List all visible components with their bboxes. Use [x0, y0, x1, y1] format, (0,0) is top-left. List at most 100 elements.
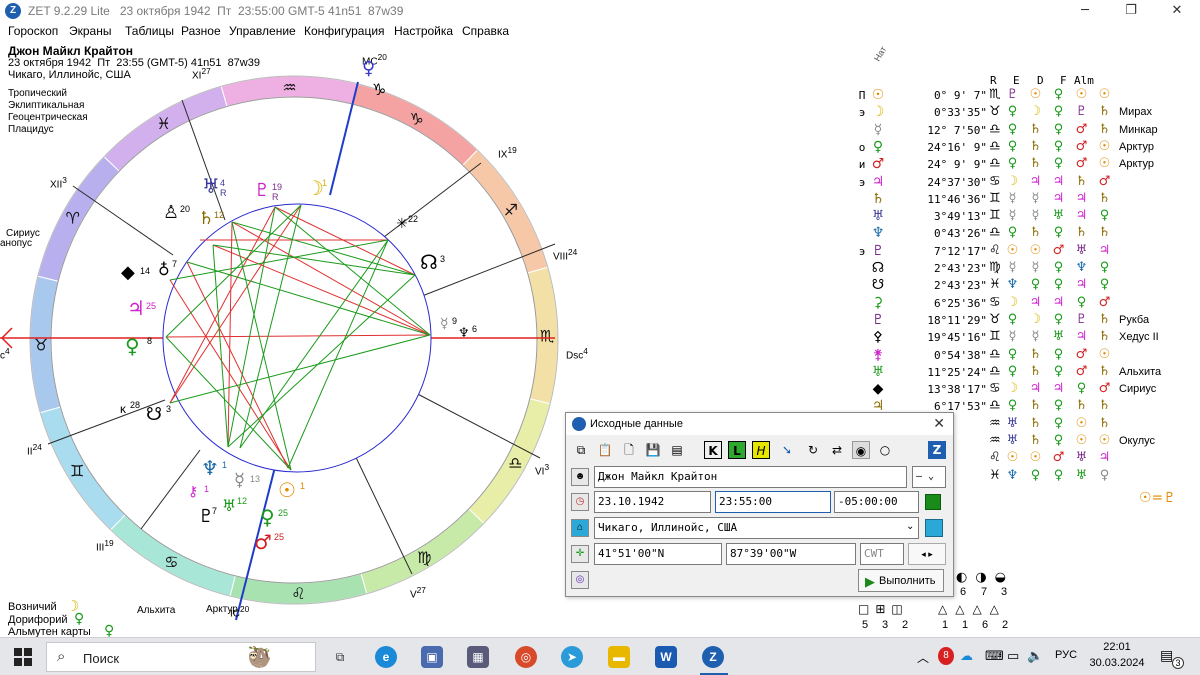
hebe-icon[interactable]: ♅	[222, 496, 236, 515]
close-button[interactable]: ✕	[1154, 0, 1200, 22]
lot-icon[interactable]: ĸ	[120, 402, 126, 416]
place-dropdown-icon[interactable]: ⌄	[906, 521, 914, 532]
menu-misc[interactable]: Разное	[181, 24, 221, 38]
tray-chevron-icon[interactable]: ︿	[917, 649, 929, 666]
time-field[interactable]: 23:55:00	[715, 491, 831, 513]
ruler-icon: ♄	[1098, 121, 1111, 137]
chiron-icon[interactable]: ⚷	[188, 484, 198, 500]
battery-icon[interactable]: ▭	[1007, 648, 1019, 664]
menu-goroskop[interactable]: Гороскоп	[8, 24, 58, 38]
rotate-icon[interactable]: ↻	[804, 441, 822, 459]
menu-screens[interactable]: Экраны	[69, 24, 111, 38]
arrow-button-icon[interactable]: ➘	[778, 441, 796, 459]
word-icon[interactable]: W	[655, 646, 677, 668]
vertex-icon[interactable]: ♙	[163, 202, 179, 223]
menu-control[interactable]: Управление	[229, 24, 296, 38]
star-arktur-label: Арктур	[206, 604, 238, 615]
sun-icon[interactable]: ☉	[278, 478, 296, 502]
tz-code-field[interactable]: CWT	[860, 543, 904, 565]
tz-indicator[interactable]	[925, 494, 941, 510]
new-document-icon[interactable]: 🗋	[620, 441, 638, 459]
urania-icon[interactable]: ☿	[440, 316, 449, 332]
venus-icon[interactable]: ♀	[260, 505, 275, 529]
chiron-star-icon[interactable]: ✳	[396, 216, 408, 232]
saturn-icon[interactable]: ♄	[198, 208, 214, 229]
name-field[interactable]: Джон Майкл Крайтон	[594, 466, 907, 488]
jupiter-icon[interactable]: ♃	[127, 296, 145, 320]
h-button-icon[interactable]: H	[752, 441, 770, 459]
mercury-icon[interactable]: ☿	[234, 470, 245, 491]
jupiter-degree: 25	[146, 301, 157, 311]
stats-num-4: 5	[862, 619, 869, 631]
save-icon[interactable]: 💾	[644, 441, 662, 459]
radio-b-icon[interactable]: ○	[876, 441, 894, 459]
vpn-app-icon[interactable]: ▦	[467, 646, 489, 668]
tray-app-icon[interactable]: 8	[938, 647, 954, 665]
gender-select[interactable]: — ⌄	[912, 466, 946, 488]
neptune-icon[interactable]: ♆	[201, 456, 219, 480]
venus-asc-icon[interactable]: ♀	[125, 334, 140, 358]
network-icon[interactable]: ⌨	[985, 648, 1004, 664]
calendar-icon[interactable]: ▤	[668, 441, 686, 459]
planet-glyph-icon: ♇	[871, 311, 885, 328]
south-node-icon[interactable]: ☋	[146, 404, 162, 425]
fixed-star-label: Арктур	[1119, 158, 1155, 171]
mars-icon[interactable]: ♂	[254, 530, 272, 554]
ruler-icon: ♀	[1007, 398, 1018, 414]
onedrive-icon[interactable]: ☁	[960, 648, 973, 664]
edge-icon[interactable]: e	[375, 646, 397, 668]
zet-taskbar-icon[interactable]: Z	[702, 646, 724, 668]
black-moon-icon[interactable]: ◆	[121, 262, 135, 283]
date-field[interactable]: 23.10.1942	[594, 491, 711, 513]
clock-time[interactable]: 22:01	[1092, 641, 1142, 653]
maximize-button[interactable]: ❐	[1108, 0, 1154, 22]
z-button-icon[interactable]: Z	[928, 441, 946, 459]
ruler-icon: ♀	[1099, 260, 1110, 275]
settings-globe-icon[interactable]: ◎	[571, 571, 589, 589]
radio-a-icon[interactable]: ◉	[852, 441, 870, 459]
pluto-degree: 7	[212, 506, 218, 516]
chrome-icon[interactable]: ◎	[515, 646, 537, 668]
menu-settings[interactable]: Настройка	[394, 24, 453, 38]
ruler-icon: ☿	[1031, 208, 1040, 224]
network-app-icon[interactable]: ▣	[421, 646, 443, 668]
zet-logo-icon: Z	[5, 3, 21, 19]
position-letter: П	[858, 89, 866, 102]
cupido-icon[interactable]: ♁	[158, 260, 170, 279]
pholus-icon[interactable]: ♆	[458, 326, 470, 341]
paste-icon[interactable]: 📋	[596, 441, 614, 459]
place-field[interactable]: Чикаго, Иллинойс, США	[594, 517, 919, 539]
minimize-button[interactable]: ─	[1062, 0, 1108, 22]
menu-tables[interactable]: Таблицы	[125, 24, 174, 38]
k-button-icon[interactable]: K	[704, 441, 722, 459]
task-view-icon[interactable]: ⧉	[329, 646, 351, 668]
swap-icon[interactable]: ⇄	[828, 441, 846, 459]
run-button[interactable]: ▶ Выполнить	[858, 569, 944, 592]
uranus-icon[interactable]: ♅	[202, 174, 220, 198]
pluto-hel-icon[interactable]: ♇	[254, 180, 270, 201]
ruler-icon: ♄	[1029, 156, 1042, 172]
copy-icon[interactable]: ⧉	[572, 441, 590, 459]
north-node-icon[interactable]: ☊	[420, 250, 438, 274]
file-explorer-icon[interactable]: ▬	[608, 646, 630, 668]
atlas-button[interactable]	[925, 519, 943, 537]
ruler-icon: ♃	[1052, 294, 1065, 310]
volume-icon[interactable]: 🔈	[1027, 648, 1043, 664]
telegram-icon[interactable]: ➤	[561, 646, 583, 668]
timezone-field[interactable]: -05:00:00	[834, 491, 919, 513]
clock-date[interactable]: 30.03.2024	[1084, 657, 1150, 669]
start-windows-icon[interactable]	[14, 648, 32, 666]
menu-help[interactable]: Справка	[462, 24, 509, 38]
ruler-icon: ♄	[1075, 173, 1088, 189]
search-box[interactable]: ⌕ Поиск 🦥	[46, 642, 316, 672]
longitude-field[interactable]: 87°39'00"W	[726, 543, 856, 565]
latitude-field[interactable]: 41°51'00"N	[594, 543, 722, 565]
dialog-titlebar[interactable]: Исходные данные ✕	[566, 413, 953, 435]
ruler-icon: ♀	[1099, 208, 1110, 224]
language-indicator[interactable]: РУС	[1055, 649, 1077, 661]
planet-glyph-icon: ♆	[871, 225, 885, 242]
menu-config[interactable]: Конфигурация	[304, 24, 385, 38]
dialog-close-button[interactable]: ✕	[933, 415, 945, 432]
l-button-icon[interactable]: L	[728, 441, 746, 459]
tz-spinner[interactable]: ◂ ▸	[908, 543, 946, 565]
